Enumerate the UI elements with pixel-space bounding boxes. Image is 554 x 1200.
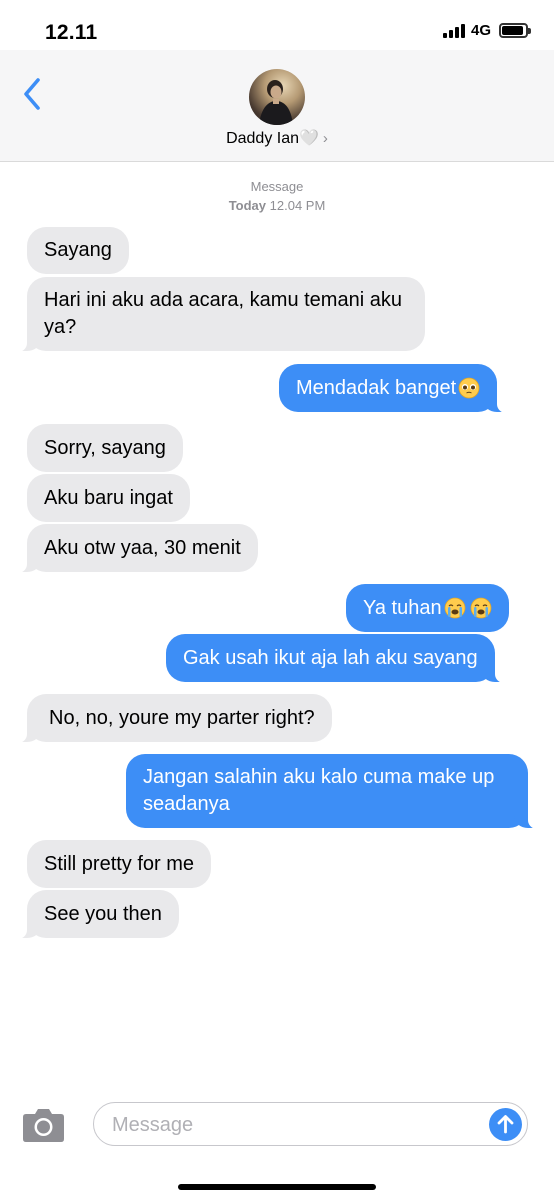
chevron-left-icon[interactable] — [18, 74, 48, 114]
message-incoming[interactable]: Aku otw yaa, 30 menit — [17, 524, 258, 573]
network-label: 4G — [470, 22, 491, 39]
signal-icon — [442, 23, 465, 38]
message-text: No, no, youre my parter right? — [49, 706, 315, 729]
message-outgoing[interactable]: Gak usah ikut aja lah aku sayang — [166, 634, 505, 683]
message-text: Sorry, sayang — [44, 436, 166, 459]
message-incoming[interactable]: Aku baru ingat — [27, 474, 190, 522]
crying-face-icon — [470, 597, 491, 619]
avatar[interactable] — [249, 69, 305, 125]
message-incoming[interactable]: See you then — [17, 890, 179, 939]
message-text: Aku otw yaa, 30 menit — [44, 536, 241, 559]
contact-name-button[interactable]: Daddy Ian🤍 › — [0, 128, 554, 148]
message-outgoing[interactable]: Mendadak banget — [279, 364, 508, 413]
chevron-right-icon: › — [322, 130, 328, 147]
conversation-header: Daddy Ian🤍 › — [0, 50, 554, 162]
status-time: 12.11 — [45, 21, 98, 44]
message-incoming[interactable]: Sorry, sayang — [27, 424, 183, 472]
contact-name: Daddy Ian🤍 — [226, 130, 319, 147]
messages-screen: 12.11 4G Daddy Ian🤍 › Message Today 12.04… — [0, 0, 554, 1200]
home-indicator — [178, 1184, 376, 1190]
message-incoming[interactable]: Sayang — [27, 227, 129, 274]
message-text: Ya tuhan — [363, 596, 442, 619]
message-text: Jangan salahin aku kalo cuma make up sea… — [143, 766, 495, 815]
message-outgoing[interactable]: Ya tuhan — [346, 584, 509, 632]
battery-icon — [499, 23, 531, 38]
message-text: Still pretty for me — [44, 852, 195, 875]
send-button[interactable] — [489, 1108, 522, 1141]
crying-face-icon — [444, 597, 465, 619]
thread-service-label: Message — [250, 179, 304, 194]
thread-time: 12.04 PM — [269, 198, 326, 213]
message-text: Aku baru ingat — [44, 486, 173, 509]
message-incoming[interactable]: Hari ini aku ada acara, kamu temani aku … — [17, 277, 425, 352]
message-text: See you then — [44, 902, 162, 925]
camera-icon[interactable] — [22, 1106, 65, 1143]
message-text: Sayang — [44, 239, 112, 261]
status-indicators: 4G — [442, 22, 531, 39]
thread-timestamp: Today 12.04 PM — [0, 197, 554, 215]
message-text: Hari ini aku ada acara, kamu temani aku … — [44, 289, 402, 338]
thread-date: Today — [228, 198, 267, 213]
message-incoming[interactable]: No, no, youre my parter right? — [17, 694, 332, 743]
message-incoming[interactable]: Still pretty for me — [27, 840, 212, 888]
message-input-placeholder: Message — [112, 1114, 194, 1136]
arrow-up-icon — [497, 1115, 514, 1134]
message-text: Gak usah ikut aja lah aku sayang — [183, 646, 478, 669]
message-input[interactable]: Message — [93, 1102, 528, 1146]
message-outgoing[interactable]: Jangan salahin aku kalo cuma make up sea… — [126, 754, 538, 829]
pleading-face-icon — [458, 377, 480, 399]
message-text: Mendadak banget — [296, 376, 457, 399]
